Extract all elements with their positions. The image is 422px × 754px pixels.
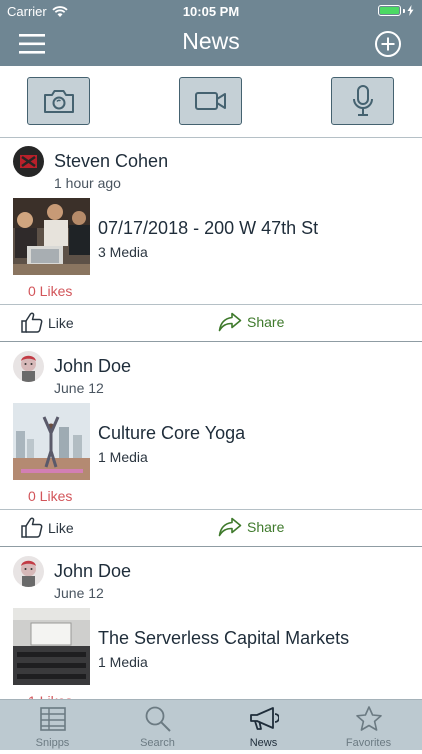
conference-room-photo-image — [13, 608, 90, 685]
table-grid-icon — [40, 707, 66, 731]
search-icon — [145, 706, 171, 732]
thumbs-up-icon — [21, 517, 43, 538]
tab-label: Snipps — [35, 737, 70, 749]
navigation-bar: News — [0, 22, 422, 66]
like-button[interactable]: Like — [21, 312, 74, 333]
thumbs-up-icon — [21, 312, 43, 333]
battery-fill — [380, 7, 399, 14]
post-time: June 12 — [54, 380, 104, 396]
media-capture-row — [0, 66, 422, 138]
tab-snipps[interactable]: Snipps — [0, 700, 105, 751]
likes-count: 0 Likes — [28, 283, 73, 299]
microphone-icon — [352, 85, 373, 116]
share-arrow-icon — [218, 312, 242, 332]
battery-indicator — [378, 5, 414, 16]
post-author[interactable]: John Doe — [54, 561, 131, 582]
author-avatar-image — [13, 556, 44, 587]
tab-favorites[interactable]: Favorites — [316, 700, 421, 751]
star-icon — [356, 706, 382, 731]
post-thumbnail[interactable] — [13, 608, 90, 685]
camera-icon — [43, 90, 74, 113]
post-title[interactable]: Culture Core Yoga — [98, 423, 245, 444]
page-title: News — [182, 28, 240, 54]
camera-button[interactable] — [27, 77, 90, 125]
post-title[interactable]: 07/17/2018 - 200 W 47th St — [98, 218, 318, 239]
tab-bar: Snipps Search News Favorites — [0, 699, 422, 750]
tab-label: Favorites — [345, 737, 392, 749]
post-thumbnail[interactable] — [13, 403, 90, 480]
share-label: Share — [247, 314, 285, 330]
author-avatar-image — [13, 351, 44, 382]
share-button[interactable]: Share — [218, 517, 284, 537]
share-arrow-icon — [218, 517, 242, 537]
like-label: Like — [48, 314, 74, 331]
audio-button[interactable] — [331, 77, 394, 125]
video-camera-icon — [194, 92, 226, 110]
meeting-photo-image — [13, 198, 90, 275]
likes-count: 0 Likes — [28, 488, 73, 504]
avatar[interactable] — [13, 556, 44, 587]
like-button[interactable]: Like — [21, 517, 74, 538]
tab-news[interactable]: News — [211, 700, 316, 751]
yoga-photo-image — [13, 403, 90, 480]
like-label: Like — [48, 519, 74, 536]
plus-circle-icon[interactable] — [374, 30, 402, 58]
post-thumbnail[interactable] — [13, 198, 90, 275]
share-button[interactable]: Share — [218, 312, 284, 332]
avatar[interactable] — [13, 351, 44, 382]
megaphone-icon — [250, 707, 279, 730]
battery-icon — [378, 5, 401, 16]
post-time: June 12 — [54, 585, 104, 601]
post-media-count: 1 Media — [98, 654, 148, 670]
post-author[interactable]: John Doe — [54, 356, 131, 377]
news-post[interactable]: Steven Cohen 1 hour ago 07/17/2018 - 200… — [0, 138, 422, 344]
post-actions: Like Share — [0, 509, 422, 547]
status-bar: Carrier 10:05 PM — [0, 0, 422, 22]
post-author[interactable]: Steven Cohen — [54, 151, 168, 172]
news-post[interactable]: John Doe June 12 Culture Core Yoga 1 Med… — [0, 343, 422, 549]
post-actions: Like Share — [0, 304, 422, 342]
share-label: Share — [247, 519, 285, 535]
tab-search[interactable]: Search — [105, 700, 210, 751]
charging-bolt-icon — [407, 5, 414, 16]
post-title[interactable]: The Serverless Capital Markets — [98, 628, 349, 649]
post-time: 1 hour ago — [54, 175, 121, 191]
avatar[interactable] — [13, 146, 44, 177]
author-avatar-image — [13, 146, 44, 177]
post-media-count: 1 Media — [98, 449, 148, 465]
battery-tip — [403, 8, 405, 13]
tab-label: News — [249, 737, 278, 749]
video-button[interactable] — [179, 77, 242, 125]
post-media-count: 3 Media — [98, 244, 148, 260]
status-time: 10:05 PM — [182, 4, 240, 19]
tab-label: Search — [140, 737, 175, 749]
